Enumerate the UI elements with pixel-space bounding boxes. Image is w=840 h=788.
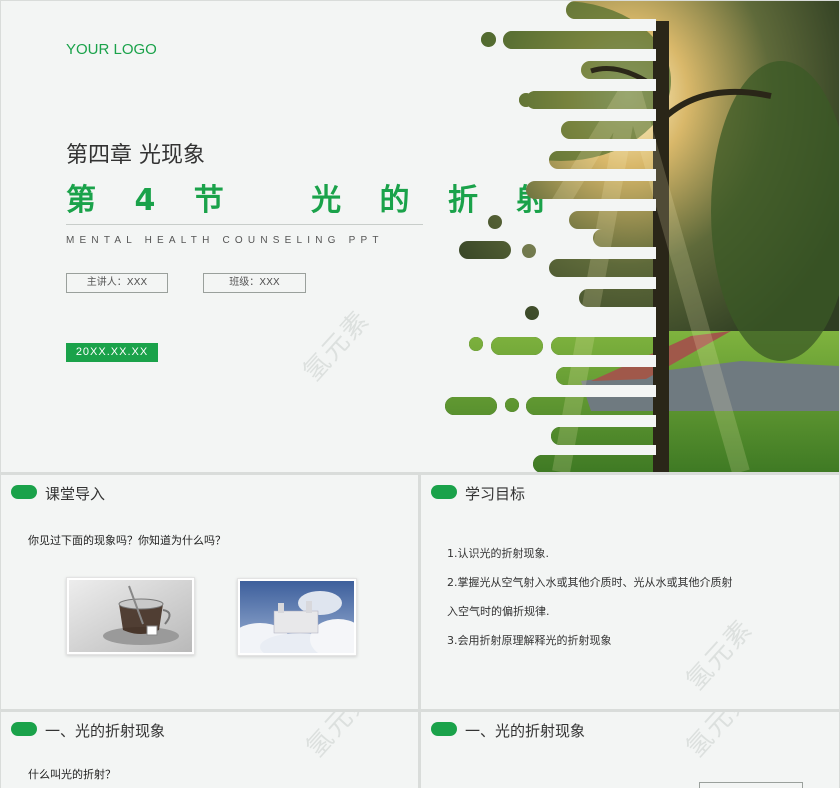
section-pill-icon (11, 722, 37, 736)
section-pill-icon (11, 485, 37, 499)
cover-slide[interactable]: YOUR LOGO 第四章 光现象 第 4 节 光 的 折 射 MENTAL H… (1, 1, 839, 472)
chapter-title: 第四章 光现象 (66, 143, 205, 168)
section-pill-icon (431, 722, 457, 736)
subtitle: MENTAL HEALTH COUNSELING PPT (66, 235, 384, 246)
intro-question: 你见过下面的现象吗？你知道为什么吗？ (28, 534, 226, 547)
goal-item: 3.会用折射原理解释光的折射现象 (447, 634, 612, 647)
intro-slide[interactable]: 课堂导入 你见过下面的现象吗？你知道为什么吗？ (1, 475, 418, 709)
watermark: 氢元素 (680, 613, 760, 697)
castle-in-clouds-photo-icon (230, 578, 366, 661)
goal-item: 2.掌握光从空气射入水或其他介质时、光从水或其他介质射 (447, 576, 733, 589)
section-title: 课堂导入 (45, 485, 106, 503)
presenter-box: 主讲人：XXX (66, 273, 168, 293)
section-title: 一、光的折射现象 (465, 722, 586, 740)
goals-slide[interactable]: 学习目标 1.认识光的折射现象. 2.掌握光从空气射入水或其他介质时、光从水或其… (421, 475, 839, 709)
watermark: 氢元素 (297, 304, 377, 388)
refraction-slide-right[interactable]: 一、光的折射现象 氢元素 (421, 712, 839, 788)
goal-item: 入空气时的偏折规律. (447, 605, 550, 618)
logo-text: YOUR LOGO (66, 41, 157, 58)
section-pill-icon (431, 485, 457, 499)
tea-cup-photo-icon (66, 577, 195, 655)
section-title: 学习目标 (465, 485, 526, 503)
watermark: 氢元素 (680, 712, 760, 764)
content-box (699, 782, 803, 788)
section-title: 一、光的折射现象 (45, 722, 166, 740)
sunlit-park-tree-photo-icon (445, 1, 839, 472)
refraction-question: 什么叫光的折射？ (28, 768, 116, 781)
watermark: 氢元素 (300, 712, 380, 764)
date-badge: 20XX.XX.XX (66, 343, 158, 362)
refraction-slide-left[interactable]: 一、光的折射现象 什么叫光的折射？ 氢元素 (1, 712, 418, 788)
divider (66, 224, 423, 225)
goal-item: 1.认识光的折射现象. (447, 547, 549, 560)
class-box: 班级：XXX (203, 273, 306, 293)
